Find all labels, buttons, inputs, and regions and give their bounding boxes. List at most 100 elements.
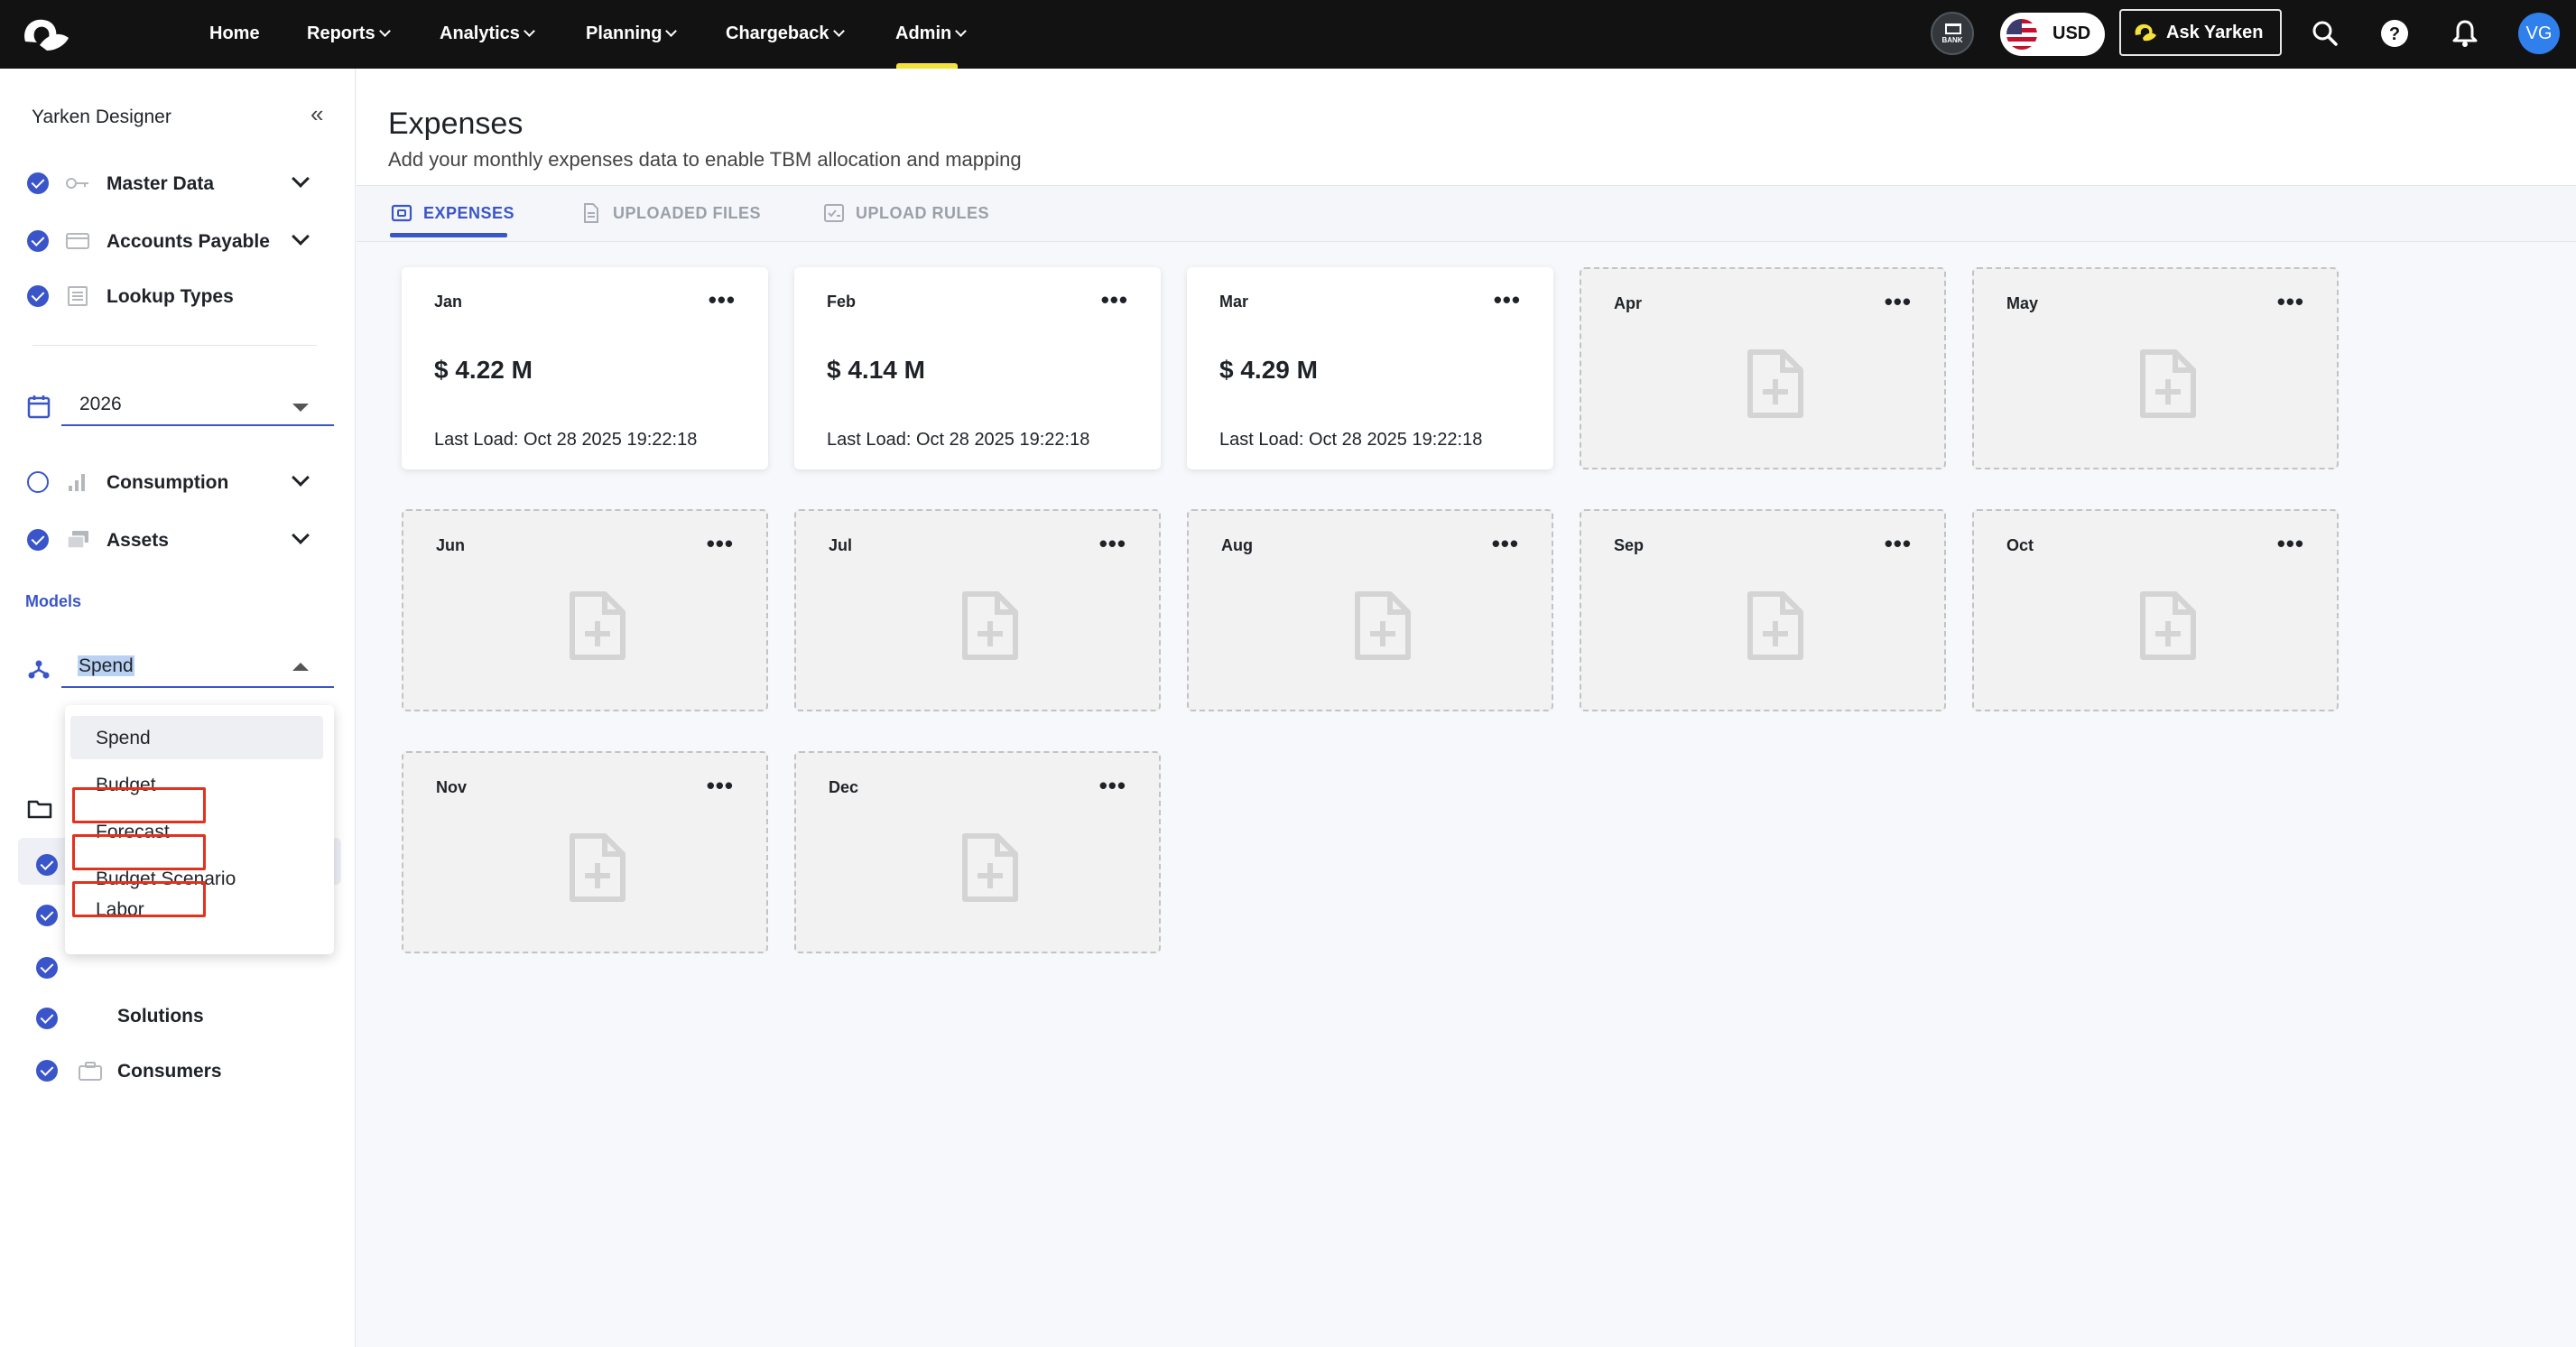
check-icon [36, 957, 58, 979]
model-option-forecast[interactable]: Forecast [96, 822, 170, 843]
check-icon [27, 285, 49, 307]
model-option-spend[interactable]: Spend [96, 728, 151, 749]
file-icon [584, 203, 598, 223]
add-file-icon[interactable] [569, 832, 626, 903]
sidebar-item-consumers[interactable]: Consumers [0, 1048, 356, 1093]
currency-label: USD [2052, 23, 2091, 43]
more-options-icon[interactable]: ••• [707, 532, 734, 555]
add-file-icon[interactable] [961, 832, 1019, 903]
month-card-sep[interactable]: Sep ••• [1580, 509, 1946, 711]
collapse-sidebar-icon[interactable]: « [310, 102, 330, 125]
chevron-down-icon[interactable] [292, 228, 310, 246]
tab-upload-rules[interactable]: UPLOAD RULES [823, 204, 989, 223]
page-header: Expenses Add your monthly expenses data … [357, 69, 2576, 186]
more-options-icon[interactable]: ••• [1885, 532, 1912, 555]
add-file-icon[interactable] [961, 590, 1019, 661]
sidebar-item-assets[interactable]: Assets [0, 517, 356, 562]
bar-chart-icon [69, 474, 85, 491]
month-card-dec[interactable]: Dec ••• [794, 751, 1161, 953]
models-section-label: Models [25, 592, 82, 610]
year-select[interactable]: 2026 [61, 385, 334, 426]
nav-home[interactable]: Home [209, 0, 260, 69]
check-icon [27, 529, 49, 551]
chevron-down-icon[interactable] [292, 469, 310, 487]
key-icon [66, 178, 88, 189]
check-icon [27, 230, 49, 252]
month-card-jan[interactable]: Jan ••• $ 4.22 M Last Load: Oct 28 2025 … [402, 267, 768, 469]
briefcase-icon [79, 1062, 102, 1081]
svg-text:?: ? [2389, 24, 2400, 44]
chevron-down-icon[interactable] [292, 170, 310, 188]
help-icon[interactable]: ? [2377, 16, 2412, 51]
list-icon [68, 286, 88, 306]
month-card-nov[interactable]: Nov ••• [402, 751, 768, 953]
active-tab-underline [390, 233, 507, 237]
tab-uploaded-files[interactable]: UPLOADED FILES [580, 203, 761, 223]
chevron-down-icon [524, 25, 535, 37]
model-option-labor[interactable]: Labor [96, 899, 144, 921]
sidebar-item-solutions[interactable]: Solutions [117, 1006, 204, 1027]
currency-selector[interactable]: USD [2000, 13, 2105, 56]
card-icon [66, 233, 89, 249]
nav-analytics[interactable]: Analytics [440, 0, 535, 69]
more-options-icon[interactable]: ••• [709, 288, 736, 311]
tab-expenses[interactable]: EXPENSES [391, 204, 514, 223]
dropdown-arrow-up-icon [292, 663, 309, 671]
add-file-icon[interactable] [1747, 348, 1804, 419]
sidebar-item-master-data[interactable]: Master Data [0, 161, 356, 206]
model-select[interactable]: Spend [61, 646, 334, 688]
model-option-budget[interactable]: Budget [96, 775, 156, 796]
chevron-down-icon[interactable] [292, 526, 310, 544]
yarken-logo[interactable] [20, 14, 74, 54]
sidebar-item-lookup-types[interactable]: Lookup Types [0, 274, 356, 319]
month-amount: $ 4.14 M [827, 356, 925, 384]
month-amount: $ 4.22 M [434, 356, 533, 384]
sidebar-item-consumption[interactable]: Consumption [0, 460, 356, 505]
more-options-icon[interactable]: ••• [1494, 288, 1521, 311]
model-option-budget-scenario[interactable]: Budget Scenario [96, 869, 236, 890]
check-icon [27, 172, 49, 194]
more-options-icon[interactable]: ••• [1099, 532, 1126, 555]
nav-chargeback[interactable]: Chargeback [726, 0, 845, 69]
nav-planning[interactable]: Planning [586, 0, 678, 69]
month-card-mar[interactable]: Mar ••• $ 4.29 M Last Load: Oct 28 2025 … [1187, 267, 1553, 469]
nav-reports[interactable]: Reports [307, 0, 391, 69]
month-card-feb[interactable]: Feb ••• $ 4.14 M Last Load: Oct 28 2025 … [794, 267, 1161, 469]
more-options-icon[interactable]: ••• [1885, 290, 1912, 313]
more-options-icon[interactable]: ••• [1099, 774, 1126, 797]
calendar-icon [27, 395, 51, 419]
add-file-icon[interactable] [569, 590, 626, 661]
more-options-icon[interactable]: ••• [707, 774, 734, 797]
check-icon [36, 905, 58, 926]
bank-icon[interactable]: BANK [1931, 12, 1974, 55]
month-card-may[interactable]: May ••• [1972, 267, 2339, 469]
last-load-text: Last Load: Oct 28 2025 19:22:18 [434, 430, 698, 450]
month-card-jun[interactable]: Jun ••• [402, 509, 768, 711]
month-card-apr[interactable]: Apr ••• [1580, 267, 1946, 469]
add-file-icon[interactable] [2139, 590, 2197, 661]
add-file-icon[interactable] [1354, 590, 1412, 661]
month-card-oct[interactable]: Oct ••• [1972, 509, 2339, 711]
ask-yarken-button[interactable]: Ask Yarken [2119, 9, 2282, 56]
nav-admin[interactable]: Admin [895, 0, 968, 69]
wallet-icon [391, 204, 412, 222]
more-options-icon[interactable]: ••• [1101, 288, 1128, 311]
month-amount: $ 4.29 M [1219, 356, 1318, 384]
month-card-aug[interactable]: Aug ••• [1187, 509, 1553, 711]
search-icon[interactable] [2308, 16, 2342, 51]
user-avatar[interactable]: VG [2518, 13, 2560, 54]
more-options-icon[interactable]: ••• [2277, 532, 2304, 555]
month-card-jul[interactable]: Jul ••• [794, 509, 1161, 711]
yarken-bubble-icon [2135, 23, 2156, 42]
page-subtitle: Add your monthly expenses data to enable… [388, 148, 1022, 171]
add-file-icon[interactable] [1747, 590, 1804, 661]
more-options-icon[interactable]: ••• [1492, 532, 1519, 555]
model-tree-icon [28, 660, 50, 679]
check-icon [36, 854, 58, 876]
chevron-down-icon [832, 25, 845, 37]
more-options-icon[interactable]: ••• [2277, 290, 2304, 313]
page-title: Expenses [388, 107, 524, 141]
add-file-icon[interactable] [2139, 348, 2197, 419]
bell-icon[interactable] [2448, 16, 2482, 51]
sidebar-item-accounts-payable[interactable]: Accounts Payable [0, 218, 356, 264]
